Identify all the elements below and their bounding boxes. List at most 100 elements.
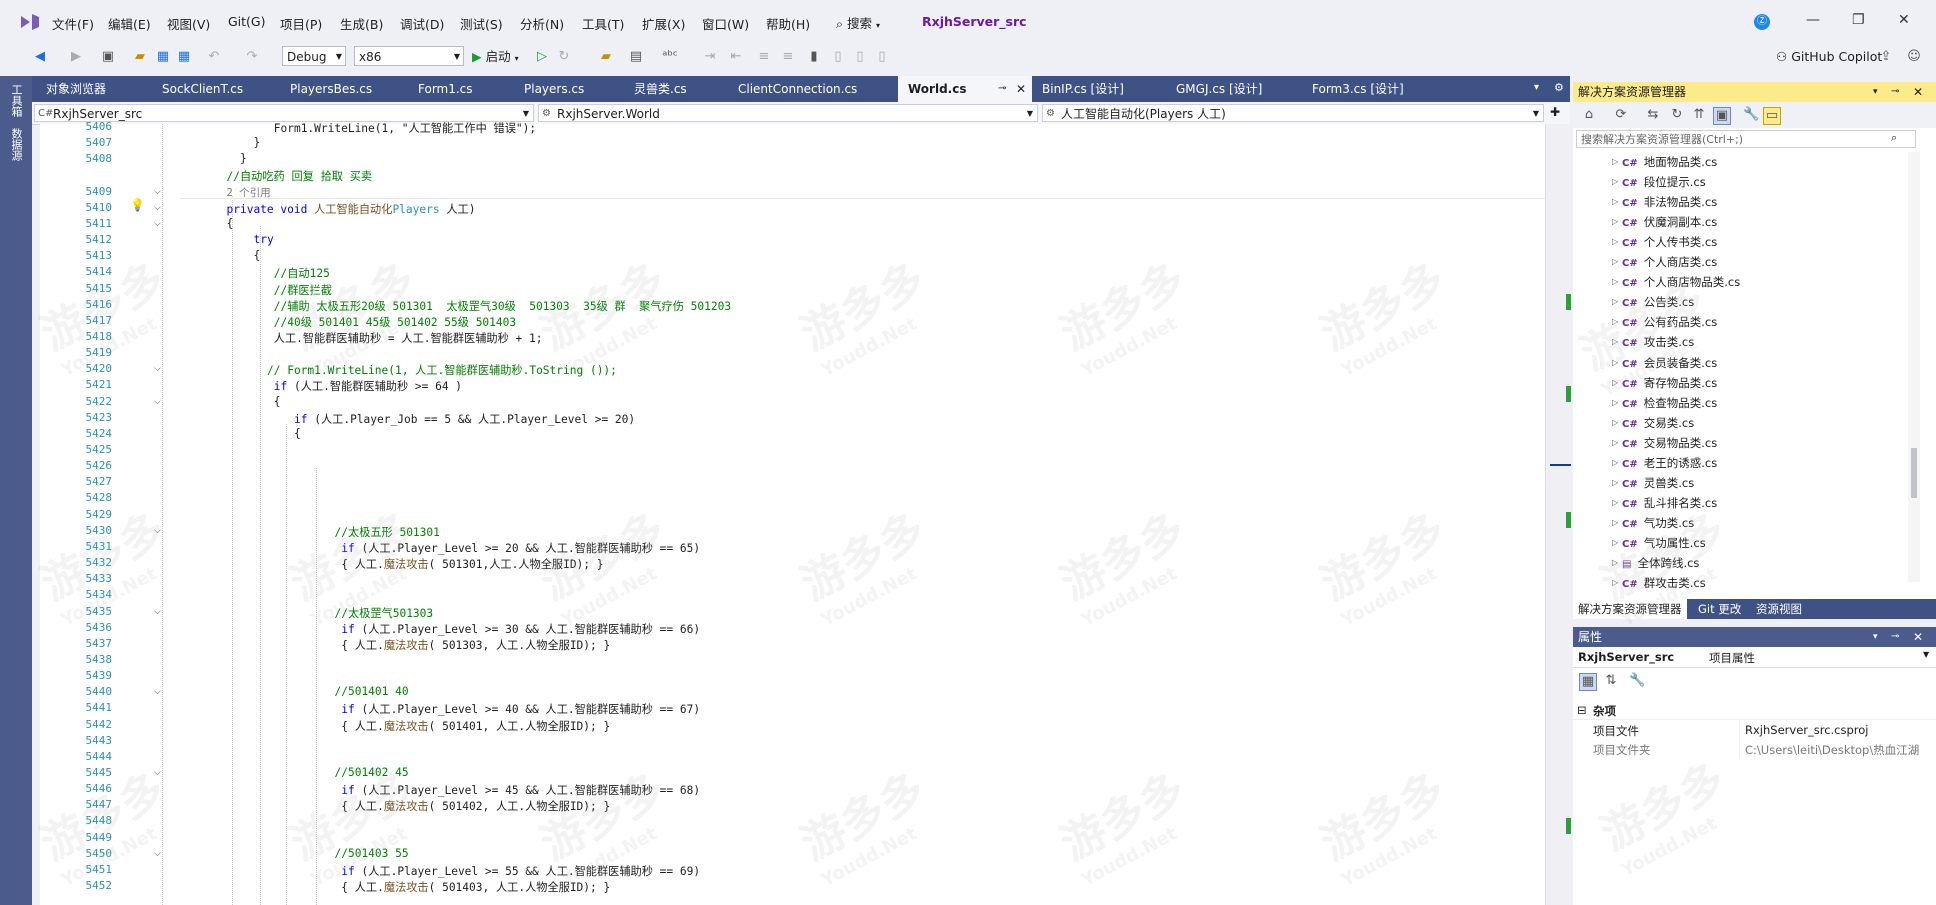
close-panel-icon[interactable]: ✕ bbox=[1913, 82, 1923, 102]
tab-form3[interactable]: Form3.cs [设计] bbox=[1302, 76, 1442, 102]
expand-icon[interactable]: ▷ bbox=[1612, 413, 1618, 433]
tree-item[interactable]: ▷ C# 会员装备类.cs bbox=[1612, 353, 1717, 373]
spell-check-icon[interactable]: ᵃᵇᶜ bbox=[662, 49, 678, 65]
tree-item[interactable]: ▷ C# 地面物品类.cs bbox=[1612, 152, 1717, 172]
redo-icon[interactable]: ↷ bbox=[244, 49, 260, 65]
tree-item[interactable]: ▷ C# 非法物品类.cs bbox=[1612, 192, 1717, 212]
forward-icon[interactable]: ▶ bbox=[68, 49, 84, 65]
code-editor[interactable]: 5406 5407 5408 5409 5410 5411 5412 5413 5414 5415… bbox=[40, 120, 1545, 905]
bookmark-icon[interactable]: ▮ bbox=[806, 49, 822, 65]
github-copilot-button[interactable]: ⚇ GitHub Copilot bbox=[1776, 46, 1882, 68]
next-bookmark-icon[interactable]: ▯ bbox=[852, 49, 868, 65]
sync-icon[interactable]: ⇆ bbox=[1645, 107, 1661, 123]
tab-git-changes[interactable]: Git 更改 bbox=[1693, 599, 1746, 619]
pin-icon[interactable]: ⊸ bbox=[1891, 82, 1899, 102]
tree-item[interactable]: ▷ C# 检查物品类.cs bbox=[1612, 393, 1717, 413]
expand-icon[interactable]: ▷ bbox=[1612, 332, 1618, 352]
fold-toggle-icon[interactable]: ⌵ bbox=[154, 607, 161, 617]
tree-item[interactable]: ▷ C# 交易物品类.cs bbox=[1612, 433, 1717, 453]
tab-playersbes[interactable]: PlayersBes.cs bbox=[280, 76, 408, 102]
tab-list-dropdown-icon[interactable]: ▾ bbox=[1534, 82, 1539, 93]
categorized-icon[interactable]: ▦ bbox=[1579, 673, 1597, 691]
uncomment-icon[interactable]: ≡ bbox=[780, 49, 796, 65]
editor-vertical-scrollbar[interactable] bbox=[1545, 124, 1571, 905]
expand-icon[interactable]: ▷ bbox=[1612, 272, 1618, 292]
indent-icon[interactable]: ⇥ bbox=[702, 49, 718, 65]
expand-icon[interactable]: ▷ bbox=[1612, 513, 1618, 533]
search-button[interactable]: ⌕ 搜索 ▾ bbox=[836, 13, 880, 32]
save-all-icon[interactable]: ▦ bbox=[176, 49, 192, 65]
start-without-debug-icon[interactable]: ▷ bbox=[534, 49, 550, 65]
pin-icon[interactable]: ⊸ bbox=[998, 76, 1006, 102]
configuration-select[interactable]: Debug ▼ bbox=[282, 46, 346, 66]
expand-icon[interactable]: ▷ bbox=[1612, 212, 1618, 232]
tree-item[interactable]: ▷ C# 气功类.cs bbox=[1612, 513, 1694, 533]
open-folder-icon[interactable]: ▰ bbox=[132, 49, 148, 65]
minimize-icon[interactable]: — bbox=[1806, 12, 1820, 28]
share-icon[interactable]: ⇪ bbox=[1878, 49, 1894, 65]
tree-item[interactable]: ▷ C# 个人传书类.cs bbox=[1612, 232, 1717, 252]
tree-item[interactable]: ▷ C# 乱斗排名类.cs bbox=[1612, 493, 1717, 513]
fold-toggle-icon[interactable]: ⌵ bbox=[154, 849, 161, 859]
tab-world[interactable]: World.cs ⊸ ✕ bbox=[898, 76, 1032, 102]
tab-binip[interactable]: BinIP.cs [设计] bbox=[1032, 76, 1166, 102]
close-tab-icon[interactable]: ✕ bbox=[1016, 76, 1026, 102]
collapse-all-icon[interactable]: ⇈ bbox=[1691, 107, 1707, 123]
close-panel-icon[interactable]: ✕ bbox=[1913, 627, 1923, 647]
menu-build[interactable]: 生成(B) bbox=[340, 14, 383, 33]
layout-icon[interactable]: ▤ bbox=[628, 49, 644, 65]
tree-item[interactable]: ▷ C# 群攻击类.cs bbox=[1612, 573, 1706, 593]
tree-item[interactable]: ▷ C# 个人商店类.cs bbox=[1612, 252, 1717, 272]
tree-item[interactable]: ▷ C# 段位提示.cs bbox=[1612, 172, 1706, 192]
platform-select[interactable]: x86 ▼ bbox=[354, 46, 464, 66]
expand-icon[interactable]: ▷ bbox=[1612, 453, 1618, 473]
home-icon[interactable]: ⌂ bbox=[1581, 107, 1597, 123]
clear-bookmarks-icon[interactable]: ▯ bbox=[874, 49, 890, 65]
expand-icon[interactable]: ▷ bbox=[1612, 192, 1618, 212]
properties-object-select[interactable]: RxjhServer_src 项目属性 ▼ bbox=[1573, 647, 1936, 668]
expand-icon[interactable]: ▷ bbox=[1612, 473, 1618, 493]
save-icon[interactable]: ▦ bbox=[155, 49, 171, 65]
menu-git[interactable]: Git(G) bbox=[228, 14, 266, 29]
refresh-icon[interactable]: ↻ bbox=[1669, 107, 1685, 123]
prev-bookmark-icon[interactable]: ▯ bbox=[830, 49, 846, 65]
fold-toggle-icon[interactable]: ⌵ bbox=[154, 768, 161, 778]
menu-project[interactable]: 项目(P) bbox=[280, 14, 322, 33]
dropdown-icon[interactable]: ▾ bbox=[1873, 627, 1878, 647]
show-all-files-icon[interactable]: ▣ bbox=[1713, 107, 1731, 125]
tree-item[interactable]: ▷ C# 攻击类.cs bbox=[1612, 332, 1694, 352]
tree-item[interactable]: ▷ C# 寄存物品类.cs bbox=[1612, 373, 1717, 393]
tab-form1[interactable]: Form1.cs bbox=[408, 76, 514, 102]
property-pages-icon[interactable]: 🔧 bbox=[1629, 673, 1645, 689]
menu-tools[interactable]: 工具(T) bbox=[582, 14, 624, 33]
tree-item[interactable]: ▷ ▤ 全体跨线.cs bbox=[1612, 553, 1699, 573]
fold-toggle-icon[interactable]: ⌵ bbox=[154, 687, 161, 697]
back-icon[interactable]: ◀ bbox=[32, 49, 48, 65]
tab-solution-explorer[interactable]: 解决方案资源管理器 bbox=[1573, 599, 1687, 619]
expand-icon[interactable]: ▷ bbox=[1612, 533, 1618, 553]
expand-icon[interactable]: ▷ bbox=[1612, 393, 1618, 413]
browse-folder-icon[interactable]: ▰ bbox=[598, 49, 614, 65]
tree-item[interactable]: ▷ C# 公告类.cs bbox=[1612, 292, 1694, 312]
menu-file[interactable]: 文件(F) bbox=[52, 14, 94, 33]
menu-window[interactable]: 窗口(W) bbox=[702, 14, 749, 33]
outdent-icon[interactable]: ⇤ bbox=[728, 49, 744, 65]
expand-icon[interactable]: ▷ bbox=[1612, 373, 1618, 393]
tab-lingshou[interactable]: 灵兽类.cs bbox=[624, 76, 728, 102]
collapse-category-icon[interactable]: ⊟ bbox=[1577, 703, 1587, 717]
tab-object-browser[interactable]: 对象浏览器 bbox=[36, 76, 152, 102]
properties-wrench-icon[interactable]: 🔧 bbox=[1743, 107, 1759, 123]
visual-studio-logo-icon[interactable] bbox=[18, 12, 42, 32]
close-window-icon[interactable]: ✕ bbox=[1898, 12, 1910, 28]
solution-search-input[interactable]: 搜索解决方案资源管理器(Ctrl+;) bbox=[1576, 130, 1916, 148]
expand-icon[interactable]: ▷ bbox=[1612, 573, 1618, 593]
toolbox-tab[interactable]: 工具箱 bbox=[8, 84, 24, 117]
comment-icon[interactable]: ≡ bbox=[756, 49, 772, 65]
expand-icon[interactable]: ▷ bbox=[1612, 172, 1618, 192]
expand-icon[interactable]: ▷ bbox=[1612, 433, 1618, 453]
fold-toggle-icon[interactable]: ⌵ bbox=[154, 364, 161, 374]
expand-icon[interactable]: ▷ bbox=[1612, 353, 1618, 373]
expand-icon[interactable]: ▷ bbox=[1612, 152, 1618, 172]
tree-item[interactable]: ▷ C# 老王的诱惑.cs bbox=[1612, 453, 1717, 473]
expand-icon[interactable]: ▷ bbox=[1612, 292, 1618, 312]
